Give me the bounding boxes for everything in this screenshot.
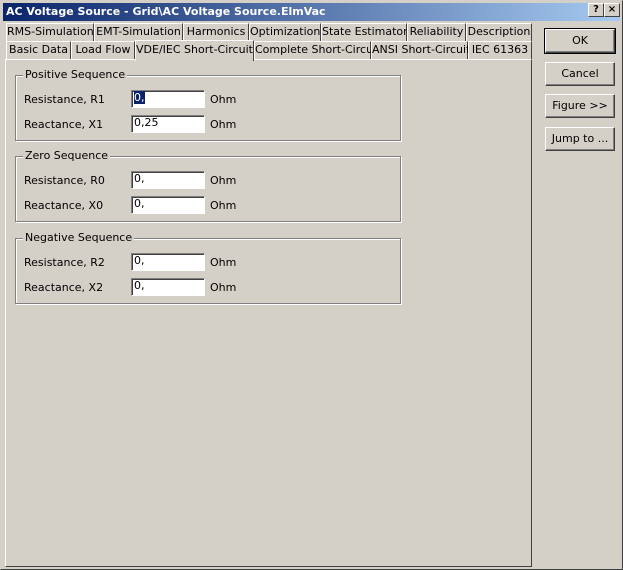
tab-load-flow[interactable]: Load Flow (71, 41, 135, 59)
resistance-r1-input[interactable]: 0, (131, 90, 205, 108)
reactance-x1-unit: Ohm (210, 118, 237, 131)
resistance-r0-label: Resistance, R0 (24, 174, 105, 187)
cancel-button[interactable]: Cancel (545, 62, 615, 86)
resistance-r2-unit: Ohm (210, 256, 237, 269)
reactance-x1-input[interactable]: 0,25 (131, 115, 205, 133)
resistance-r1-label: Resistance, R1 (24, 93, 105, 106)
ok-button[interactable]: OK (544, 28, 616, 54)
reactance-x0-unit: Ohm (210, 199, 237, 212)
tab-panel: Positive Sequence Resistance, R1 0, Ohm … (5, 59, 532, 567)
tab-state-estimator[interactable]: State Estimator (321, 23, 408, 41)
zero-sequence-group: Zero Sequence Resistance, R0 0, Ohm Reac… (15, 149, 401, 222)
window-title: AC Voltage Source - Grid\AC Voltage Sour… (6, 5, 326, 18)
tab-iec-61363[interactable]: IEC 61363 (468, 41, 532, 59)
title-bar: AC Voltage Source - Grid\AC Voltage Sour… (3, 3, 620, 21)
tab-reliability[interactable]: Reliability (407, 23, 466, 41)
dialog-window: AC Voltage Source - Grid\AC Voltage Sour… (0, 0, 623, 570)
tab-harmonics[interactable]: Harmonics (183, 23, 249, 41)
zero-sequence-title: Zero Sequence (23, 149, 111, 162)
tab-description[interactable]: Description (466, 23, 532, 41)
jump-to-button[interactable]: Jump to ... (545, 127, 615, 151)
tab-ansi-short-circuit[interactable]: ANSI Short-Circuit (371, 41, 470, 59)
resistance-r1-unit: Ohm (210, 93, 237, 106)
resistance-r2-label: Resistance, R2 (24, 256, 105, 269)
tab-basic-data[interactable]: Basic Data (6, 41, 71, 59)
tab-optimization[interactable]: Optimization (249, 23, 321, 41)
reactance-x2-label: Reactance, X2 (24, 281, 104, 294)
resistance-r0-input[interactable]: 0, (131, 171, 205, 189)
tab-rms-simulation[interactable]: RMS-Simulation (6, 23, 94, 41)
tab-complete-short-circuit[interactable]: Complete Short-Circuit (254, 41, 380, 59)
figure-button[interactable]: Figure >> (545, 94, 615, 118)
close-button[interactable]: × (604, 3, 620, 17)
negative-sequence-group: Negative Sequence Resistance, R2 0, Ohm … (15, 231, 401, 304)
positive-sequence-title: Positive Sequence (23, 68, 128, 81)
reactance-x0-input[interactable]: 0, (131, 196, 205, 214)
positive-sequence-group: Positive Sequence Resistance, R1 0, Ohm … (15, 68, 401, 141)
negative-sequence-title: Negative Sequence (23, 231, 135, 244)
resistance-r2-input[interactable]: 0, (131, 253, 205, 271)
reactance-x0-label: Reactance, X0 (24, 199, 104, 212)
reactance-x2-unit: Ohm (210, 281, 237, 294)
resistance-r0-unit: Ohm (210, 174, 237, 187)
tab-emt-simulation[interactable]: EMT-Simulation (94, 23, 183, 41)
reactance-x2-input[interactable]: 0, (131, 278, 205, 296)
tab-vde-iec-short-circuit[interactable]: VDE/IEC Short-Circuit (135, 40, 254, 61)
resistance-r1-value: 0, (134, 91, 145, 104)
help-button[interactable]: ? (588, 3, 604, 17)
reactance-x1-label: Reactance, X1 (24, 118, 104, 131)
